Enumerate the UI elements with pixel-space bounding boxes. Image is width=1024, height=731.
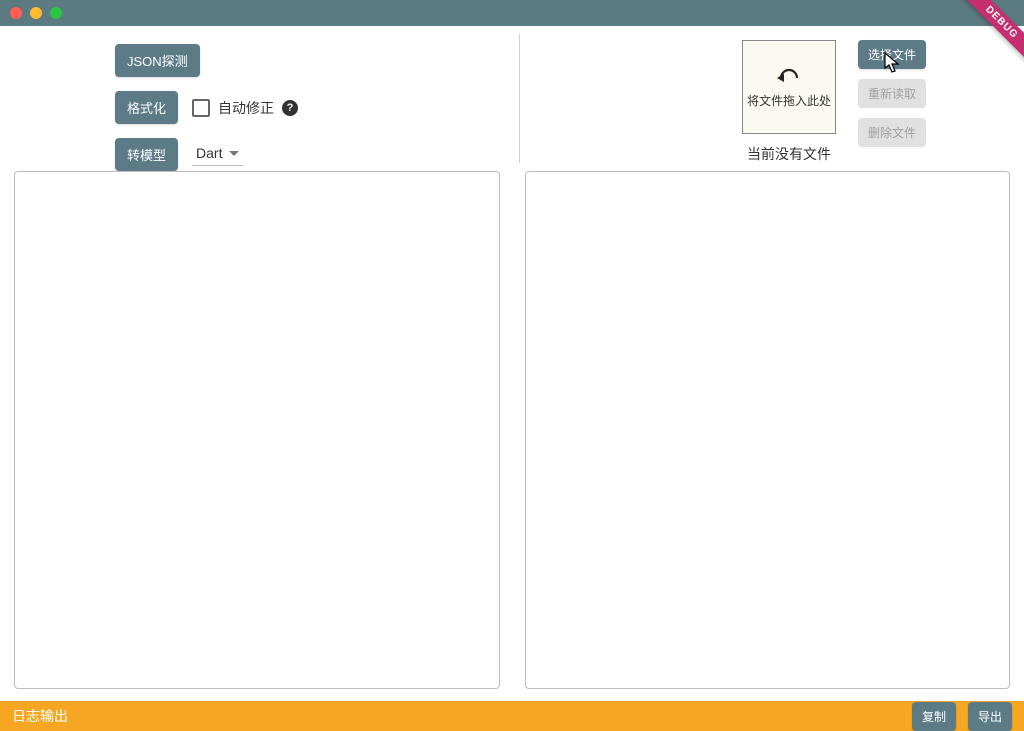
- language-select[interactable]: Dart: [192, 143, 243, 166]
- dropzone-text: 将文件拖入此处: [747, 92, 831, 109]
- autofix-label: 自动修正: [218, 98, 274, 118]
- window-maximize-button[interactable]: [50, 7, 62, 19]
- left-editor-pane[interactable]: [14, 171, 500, 689]
- select-file-button[interactable]: 选择文件: [858, 40, 926, 69]
- json-probe-button[interactable]: JSON探测: [115, 44, 200, 77]
- window-minimize-button[interactable]: [30, 7, 42, 19]
- titlebar: [0, 0, 1024, 26]
- window-close-button[interactable]: [10, 7, 22, 19]
- autofix-checkbox[interactable]: [192, 99, 210, 117]
- chevron-down-icon: [229, 151, 239, 156]
- file-panel: 将文件拖入此处 当前没有文件 选择文件 重新读取 删除文件: [520, 34, 1024, 163]
- top-panel: JSON探测 格式化 自动修正 ? 转模型 Dart: [0, 26, 1024, 171]
- delete-file-button: 删除文件: [858, 118, 926, 147]
- no-file-text: 当前没有文件: [747, 144, 831, 164]
- right-editor-pane[interactable]: [525, 171, 1011, 689]
- undo-arrow-icon: [777, 66, 801, 84]
- main-content: JSON探测 格式化 自动修正 ? 转模型 Dart: [0, 26, 1024, 701]
- format-button[interactable]: 格式化: [115, 91, 178, 124]
- autofix-checkbox-wrap[interactable]: 自动修正 ?: [192, 98, 298, 118]
- reread-file-button: 重新读取: [858, 79, 926, 108]
- log-bar: 日志输出 复制 导出: [0, 701, 1024, 731]
- export-button[interactable]: 导出: [968, 702, 1012, 731]
- controls-panel: JSON探测 格式化 自动修正 ? 转模型 Dart: [0, 34, 520, 163]
- copy-button[interactable]: 复制: [912, 702, 956, 731]
- to-model-button[interactable]: 转模型: [115, 138, 178, 171]
- help-icon[interactable]: ?: [282, 100, 298, 116]
- file-dropzone[interactable]: 将文件拖入此处: [742, 40, 836, 134]
- log-title: 日志输出: [12, 706, 68, 726]
- editor-panes: [0, 171, 1024, 701]
- language-select-value: Dart: [196, 145, 222, 161]
